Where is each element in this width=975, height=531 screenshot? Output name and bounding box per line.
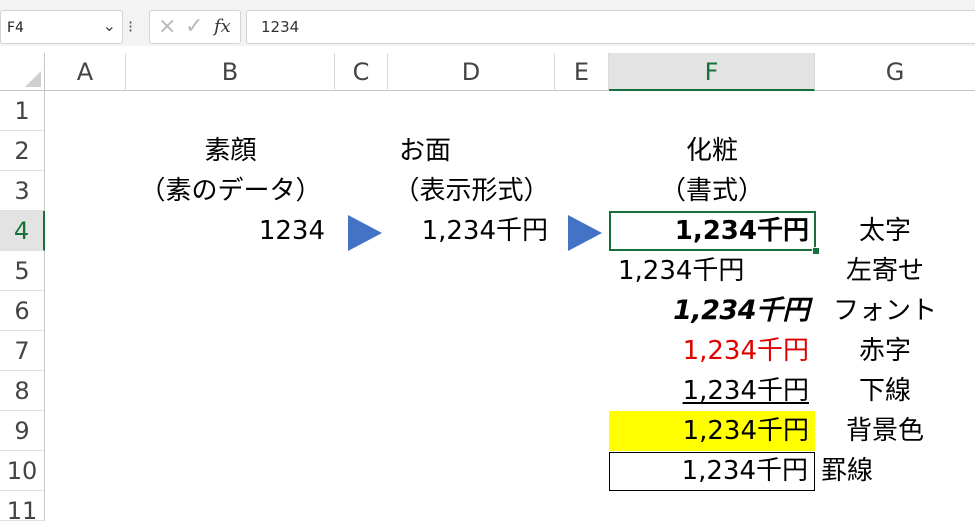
cell-f2[interactable]: 化粧 <box>609 131 815 171</box>
cell-f7[interactable]: 1,234千円 <box>609 331 809 371</box>
column-header-c[interactable]: C <box>335 53 388 91</box>
row-header-6[interactable]: 6 <box>0 291 45 331</box>
name-box-value: F4 <box>7 20 24 36</box>
cell-f8[interactable]: 1,234千円 <box>609 371 809 411</box>
arrow-right-icon <box>568 215 602 251</box>
row-header-8[interactable]: 8 <box>0 371 45 411</box>
cell-b3[interactable]: （素のデータ） <box>126 171 335 211</box>
row-header-5[interactable]: 5 <box>0 251 45 291</box>
row-header-1[interactable]: 1 <box>0 91 45 131</box>
row-header-4[interactable]: 4 <box>0 211 45 251</box>
cell-f6[interactable]: 1,234千円 <box>609 291 809 331</box>
row-header-7[interactable]: 7 <box>0 331 45 371</box>
cell-g9[interactable]: 背景色 <box>815 411 955 451</box>
cell-b4[interactable]: 1234 <box>126 211 325 251</box>
row-header-9[interactable]: 9 <box>0 411 45 451</box>
column-header-d[interactable]: D <box>388 53 555 91</box>
column-header-e[interactable]: E <box>555 53 609 91</box>
active-cell-border <box>609 211 816 251</box>
cell-g6[interactable]: フォント <box>815 291 955 331</box>
column-header-f[interactable]: F <box>609 53 815 91</box>
row-header-10[interactable]: 10 <box>0 451 45 491</box>
row-header-2[interactable]: 2 <box>0 131 45 171</box>
cell-g4[interactable]: 太字 <box>815 211 955 251</box>
cell-f10[interactable]: 1,234千円 <box>609 452 815 491</box>
cell-g10[interactable]: 罫線 <box>821 451 941 491</box>
name-box[interactable]: F4 ⌄ <box>0 10 123 44</box>
more-options-icon[interactable]: ⁝ <box>128 17 133 36</box>
cell-g8[interactable]: 下線 <box>815 371 955 411</box>
cell-g5[interactable]: 左寄せ <box>815 251 955 291</box>
cell-f5[interactable]: 1,234千円 <box>618 251 815 291</box>
cell-d3[interactable]: （表示形式） <box>388 171 555 211</box>
cancel-icon[interactable]: × <box>158 14 176 39</box>
cell-d4[interactable]: 1,234千円 <box>388 211 548 251</box>
worksheet-grid[interactable]: A B C D E F G 1 2 3 4 5 6 7 8 9 10 11 素顔… <box>0 53 975 525</box>
formula-buttons: × ✓ fx <box>149 10 241 44</box>
formula-bar: F4 ⌄ ⁝ × ✓ fx 1234 <box>0 10 975 46</box>
cell-f8-text: 1,234千円 <box>682 376 809 406</box>
chevron-down-icon[interactable]: ⌄ <box>103 16 116 35</box>
column-header-a[interactable]: A <box>45 53 126 91</box>
formula-input[interactable]: 1234 <box>246 10 975 44</box>
select-all-button[interactable] <box>0 53 45 91</box>
cell-b2[interactable]: 素顔 <box>126 131 335 171</box>
column-header-b[interactable]: B <box>126 53 335 91</box>
cell-d2[interactable]: お面 <box>340 131 510 171</box>
column-header-g[interactable]: G <box>815 53 975 91</box>
cell-f9[interactable]: 1,234千円 <box>609 411 815 451</box>
row-header-11[interactable]: 11 <box>0 491 45 525</box>
enter-icon[interactable]: ✓ <box>185 14 203 39</box>
cell-f3[interactable]: （書式） <box>609 171 815 211</box>
row-header-3[interactable]: 3 <box>0 171 45 211</box>
insert-function-icon[interactable]: fx <box>214 16 231 37</box>
ribbon-edge <box>0 0 975 10</box>
arrow-right-icon <box>348 215 382 251</box>
formula-value: 1234 <box>261 18 300 36</box>
cell-g7[interactable]: 赤字 <box>815 331 955 371</box>
